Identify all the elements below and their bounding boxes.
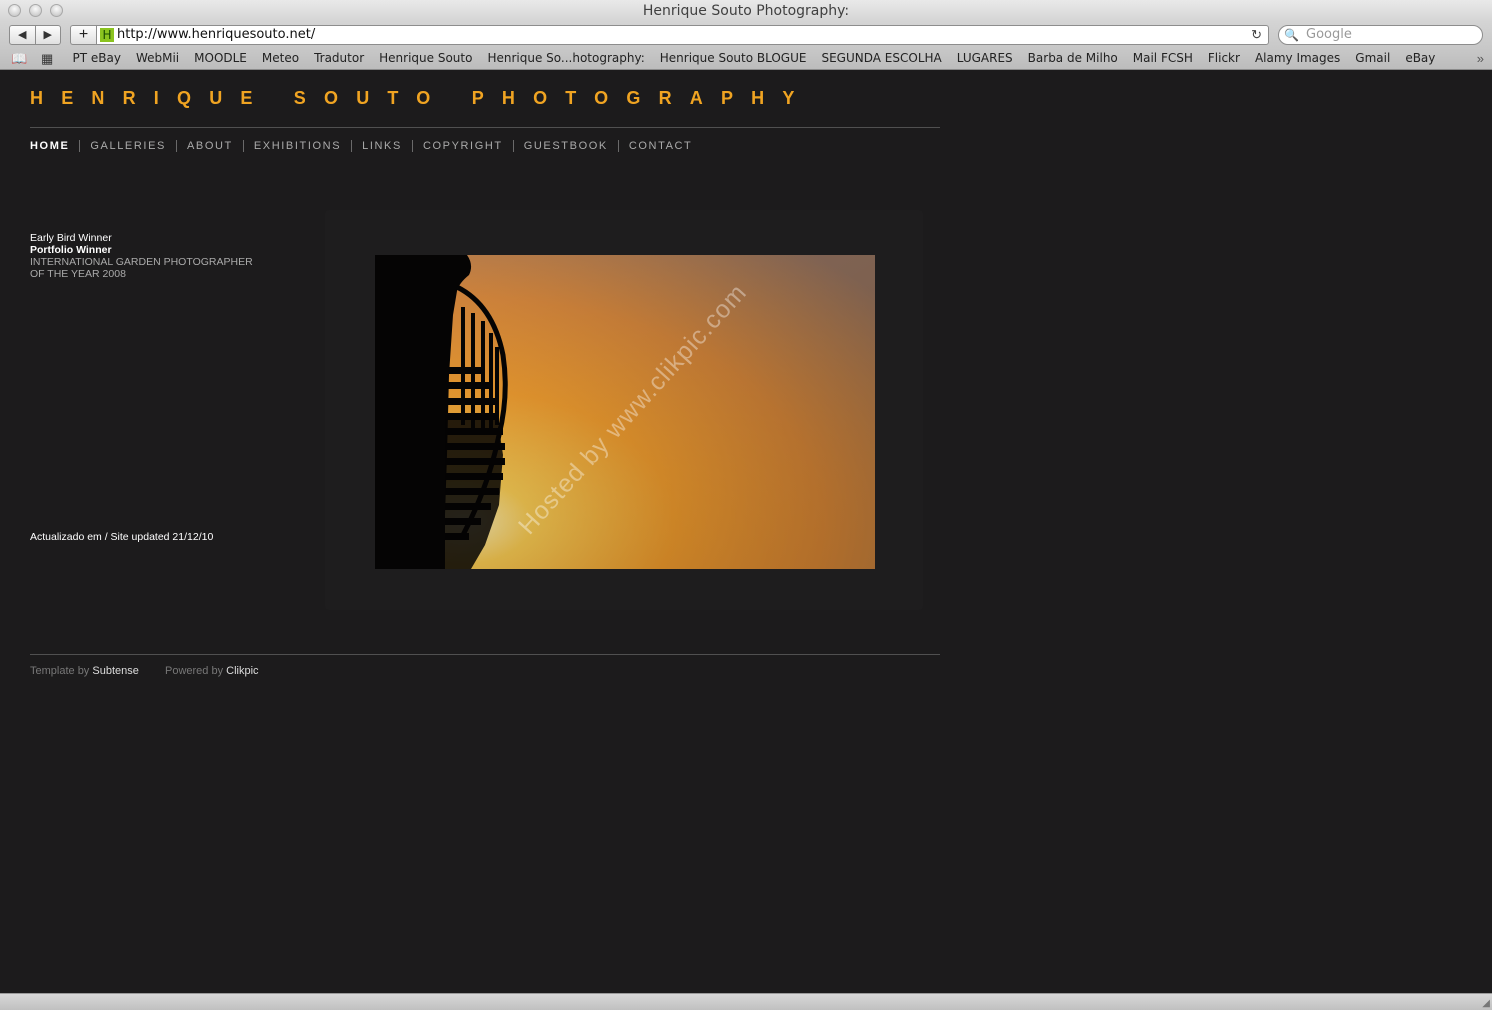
window-titlebar: Henrique Souto Photography: bbox=[0, 0, 1492, 22]
footer-divider bbox=[30, 654, 940, 655]
reading-list-icon[interactable]: 📖 bbox=[11, 50, 27, 68]
bookmark-item[interactable]: SEGUNDA ESCOLHA bbox=[821, 48, 941, 69]
bookmark-list: PT eBay WebMii MOODLE Meteo Tradutor Hen… bbox=[65, 48, 1443, 69]
nav-contact[interactable]: CONTACT bbox=[629, 139, 693, 153]
bookmark-item[interactable]: Flickr bbox=[1208, 48, 1240, 69]
header-divider bbox=[30, 127, 940, 128]
resize-grip-icon[interactable]: ◢ bbox=[1482, 998, 1490, 1009]
search-placeholder: Google bbox=[1306, 27, 1352, 42]
nav-separator bbox=[512, 140, 514, 152]
window-title: Henrique Souto Photography: bbox=[642, 3, 850, 19]
more-bookmarks-icon[interactable]: » bbox=[1477, 48, 1484, 69]
close-window-button[interactable] bbox=[8, 4, 21, 17]
bookmark-item[interactable]: LUGARES bbox=[957, 48, 1013, 69]
nav-separator bbox=[351, 140, 353, 152]
address-bar[interactable]: H http://www.henriquesouto.net/ ↻ bbox=[96, 25, 1269, 45]
awards-text: Early Bird Winner Portfolio Winner INTER… bbox=[30, 232, 253, 280]
url-text[interactable]: http://www.henriquesouto.net/ bbox=[117, 26, 315, 44]
nav-about[interactable]: ABOUT bbox=[187, 139, 233, 153]
powered-label: Powered by bbox=[164, 665, 224, 677]
award-early-bird: Early Bird Winner bbox=[30, 232, 112, 244]
nav-separator bbox=[242, 140, 244, 152]
top-sites-icon[interactable]: ▦ bbox=[41, 50, 53, 68]
bookmark-item[interactable]: Henrique Souto BLOGUE bbox=[660, 48, 807, 69]
reload-icon[interactable]: ↻ bbox=[1251, 26, 1262, 44]
site-updated-text: Actualizado em / Site updated 21/12/10 bbox=[30, 531, 214, 543]
nav-separator bbox=[79, 140, 81, 152]
bookmark-item[interactable]: Henrique So...hotography: bbox=[487, 48, 644, 69]
history-buttons: ◀ ▶ bbox=[9, 25, 61, 45]
nav-separator bbox=[175, 140, 177, 152]
site-favicon-icon: H bbox=[100, 28, 114, 42]
powered-link[interactable]: Clikpic bbox=[226, 665, 258, 677]
award-portfolio: Portfolio Winner bbox=[30, 244, 112, 256]
nav-separator bbox=[411, 140, 413, 152]
back-icon[interactable]: ◀ bbox=[10, 26, 36, 44]
template-label: Template by bbox=[30, 665, 90, 677]
template-link[interactable]: Subtense bbox=[92, 665, 138, 677]
bookmarks-bar: 📖 ▦ PT eBay WebMii MOODLE Meteo Tradutor… bbox=[0, 48, 1492, 70]
bookmark-item[interactable]: Meteo bbox=[262, 48, 299, 69]
award-competition: INTERNATIONAL GARDEN PHOTOGRAPHER bbox=[30, 256, 253, 268]
bookmark-item[interactable]: PT eBay bbox=[73, 48, 121, 69]
nav-galleries[interactable]: GALLERIES bbox=[90, 139, 166, 153]
bookmark-item[interactable]: Barba de Milho bbox=[1028, 48, 1118, 69]
nav-separator bbox=[617, 140, 619, 152]
browser-statusbar: ◢ bbox=[0, 993, 1492, 1010]
award-year: OF THE YEAR 2008 bbox=[30, 268, 126, 280]
bookmark-item[interactable]: WebMii bbox=[136, 48, 179, 69]
browser-toolbar: ◀ ▶ + H http://www.henriquesouto.net/ ↻ … bbox=[0, 22, 1492, 48]
featured-photo[interactable]: Hosted by www.clikpic.com bbox=[375, 255, 875, 569]
nav-home[interactable]: HOME bbox=[30, 139, 69, 153]
add-bookmark-button[interactable]: + bbox=[70, 25, 96, 45]
search-field[interactable]: 🔍 Google bbox=[1278, 25, 1483, 45]
bookmark-item[interactable]: eBay bbox=[1405, 48, 1435, 69]
bookmark-item[interactable]: Tradutor bbox=[314, 48, 364, 69]
site-title[interactable]: HENRIQUE SOUTO PHOTOGRAPHY bbox=[30, 88, 813, 109]
minimize-window-button[interactable] bbox=[29, 4, 42, 17]
nav-exhibitions[interactable]: EXHIBITIONS bbox=[254, 139, 341, 153]
bookmark-item[interactable]: Henrique Souto bbox=[379, 48, 472, 69]
main-nav: HOME GALLERIES ABOUT EXHIBITIONS LINKS C… bbox=[30, 139, 692, 153]
bookmark-item[interactable]: MOODLE bbox=[194, 48, 247, 69]
search-icon[interactable]: 🔍 bbox=[1284, 26, 1299, 44]
nav-links[interactable]: LINKS bbox=[362, 139, 402, 153]
bookmark-item[interactable]: Gmail bbox=[1355, 48, 1390, 69]
bookmark-item[interactable]: Mail FCSH bbox=[1133, 48, 1193, 69]
footer: Template by Subtense Powered by Clikpic bbox=[30, 665, 259, 677]
bookmark-item[interactable]: Alamy Images bbox=[1255, 48, 1340, 69]
nav-guestbook[interactable]: GUESTBOOK bbox=[524, 139, 608, 153]
zoom-window-button[interactable] bbox=[50, 4, 63, 17]
nav-copyright[interactable]: COPYRIGHT bbox=[423, 139, 503, 153]
forward-icon[interactable]: ▶ bbox=[36, 26, 61, 44]
